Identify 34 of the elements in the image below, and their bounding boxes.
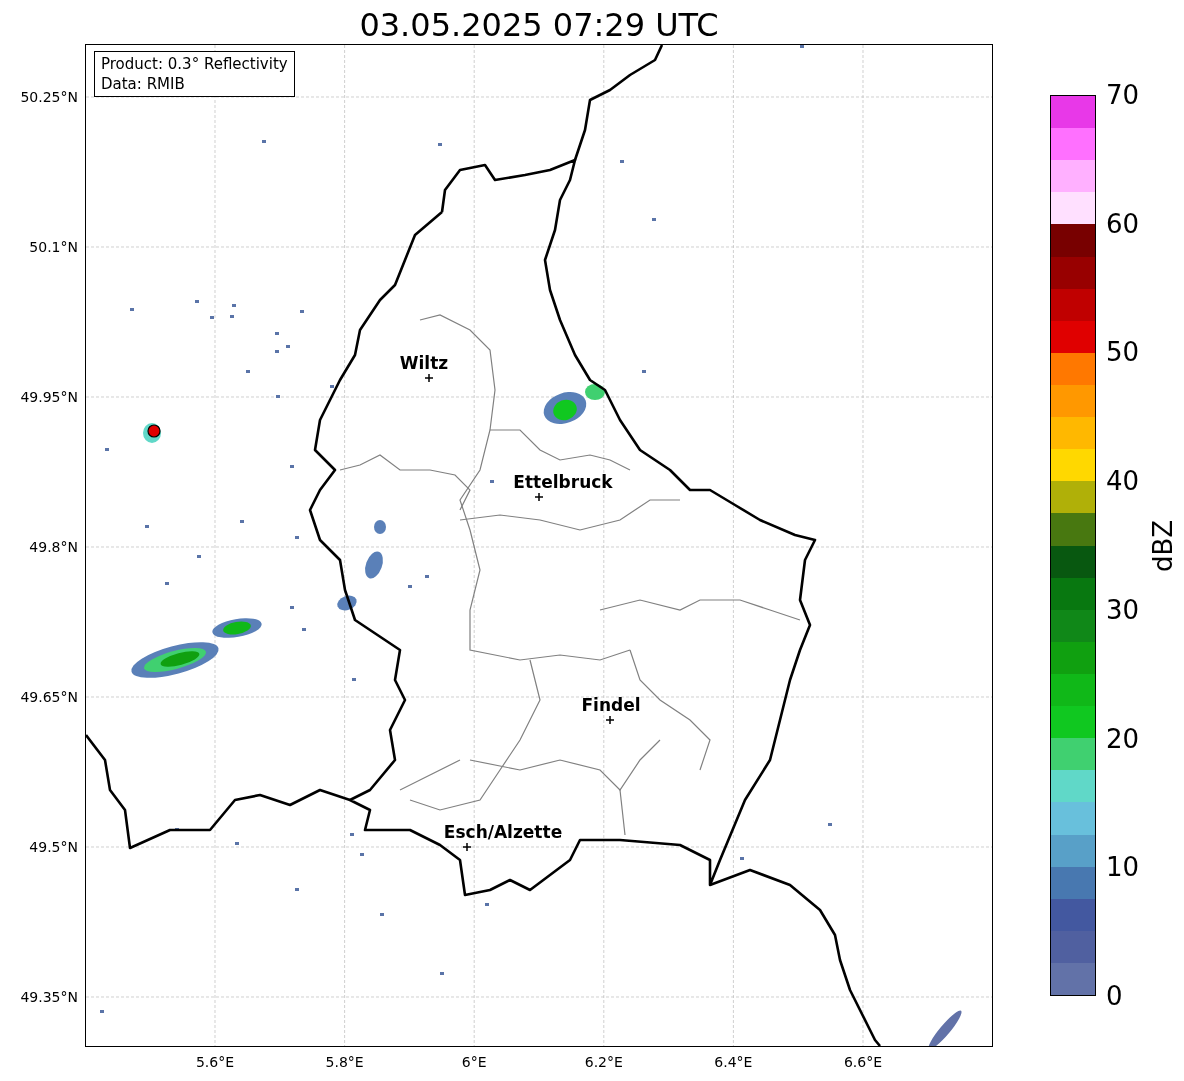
city-label: Findel: [581, 695, 641, 715]
legend-text: Product: 0.3° Reflectivity: [101, 54, 288, 74]
scale-tick-label: 0: [1106, 982, 1123, 1010]
city-marker-icon: [462, 842, 472, 852]
scale-unit-label: dBZ: [1148, 519, 1178, 572]
legend-text: Data: RMIB: [101, 74, 186, 94]
longitude-label: 6°E: [460, 1054, 488, 1070]
scale-tick-label: 70: [1106, 81, 1140, 109]
city-marker-icon: [534, 492, 544, 502]
scale-tick-label: 40: [1106, 467, 1140, 496]
chart-title: 03.05.2025 07:29 UTC: [359, 5, 719, 45]
latitude-label: 49.8°N: [29, 538, 78, 556]
radar-site-marker: [147, 424, 161, 438]
scale-tick-label: 60: [1106, 209, 1140, 238]
latitude-label: 49.35°N: [20, 988, 78, 1006]
latitude-label: 50.1°N: [29, 238, 78, 256]
longitude-label: 6.6°E: [842, 1054, 884, 1070]
city-label: Esch/Alzette: [443, 822, 563, 842]
scale-tick-label: 10: [1106, 853, 1140, 882]
city-marker-icon: [424, 373, 434, 383]
city-marker-icon: [605, 715, 615, 725]
longitude-label: 6.2°E: [583, 1054, 624, 1070]
scale-tick-label: 30: [1106, 595, 1140, 624]
longitude-label: 5.8°E: [324, 1054, 365, 1070]
city-label: Wiltz: [399, 353, 449, 373]
latitude-label: 50.25°N: [20, 88, 78, 106]
latitude-label: 49.65°N: [20, 688, 78, 706]
longitude-label: 6.4°E: [713, 1054, 754, 1070]
latitude-label: 49.95°N: [20, 388, 78, 406]
city-label: Ettelbruck: [513, 472, 613, 492]
scale-tick-label: 50: [1106, 338, 1140, 367]
longitude-label: 5.6°E: [194, 1054, 236, 1070]
latitude-label: 49.5°N: [29, 838, 78, 856]
scale-tick-label: 20: [1106, 724, 1140, 753]
